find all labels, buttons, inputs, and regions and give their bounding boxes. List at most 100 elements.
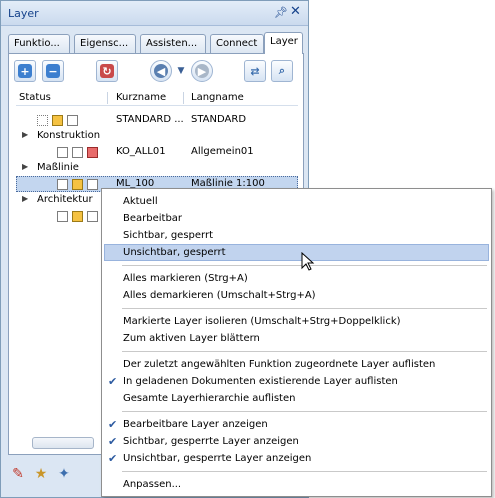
tab-assistenten[interactable]: Assisten... <box>140 34 206 54</box>
menu-item-label: Alles demarkieren (Umschalt+Strg+A) <box>123 290 316 301</box>
status-current-box[interactable] <box>37 115 48 126</box>
layer-langname: STANDARD <box>191 114 247 125</box>
menu-item-label: Anpassen... <box>123 479 182 490</box>
menu-item-isolieren[interactable]: Markierte Layer isolieren (Umschalt+Strg… <box>104 313 489 330</box>
group-label: Konstruktion <box>37 130 101 141</box>
status-editable-box[interactable] <box>72 211 83 222</box>
status-current-box[interactable] <box>57 179 68 190</box>
menu-item-bearbeitbare-anzeigen[interactable]: ✔ Bearbeitbare Layer anzeigen <box>104 416 489 433</box>
menu-item-label: Unsichtbar, gesperrt <box>123 247 226 258</box>
menu-item-label: Gesamte Layerhierarchie auflisten <box>123 393 296 404</box>
forward-button[interactable]: ▶ <box>191 60 213 82</box>
menu-item-label: Der zuletzt angewählten Funktion zugeord… <box>123 359 436 370</box>
add-layer-button[interactable]: + <box>14 60 36 82</box>
refresh-icon: ↻ <box>100 64 114 78</box>
status-hidden-box[interactable] <box>87 147 98 158</box>
remove-layer-icon: − <box>46 64 60 78</box>
column-status[interactable]: Status <box>19 92 51 103</box>
forward-icon: ▶ <box>195 64 209 78</box>
menu-item-aktuell[interactable]: Aktuell <box>104 193 489 210</box>
column-kurzname[interactable]: Kurzname <box>116 92 166 103</box>
menu-item-dokument-layer[interactable]: ✔ In geladenen Dokumenten existierende L… <box>104 373 489 390</box>
mouse-cursor-icon <box>301 252 315 271</box>
layer-kurzname: STANDARD ... <box>116 114 184 125</box>
menu-item-label: Bearbeitbare Layer anzeigen <box>123 419 268 430</box>
checkmark-icon: ✔ <box>108 452 118 465</box>
search-icon: ⌕ <box>278 64 286 77</box>
table-row[interactable]: KO_ALL01 Allgemein01 <box>16 144 298 160</box>
status-hidden-box[interactable] <box>87 211 98 222</box>
back-button[interactable]: ◀ <box>150 60 172 82</box>
checkmark-icon: ✔ <box>108 418 118 431</box>
layer-langname: Allgemein01 <box>191 146 254 157</box>
layer-kurzname: KO_ALL01 <box>116 146 166 157</box>
tab-label: Eigensc... <box>80 38 129 49</box>
title-bar: Layer 📌︎ ✕ <box>1 1 308 26</box>
menu-item-label: Aktuell <box>123 196 158 207</box>
menu-item-sichtbar-gesperrt[interactable]: Sichtbar, gesperrt <box>104 227 489 244</box>
star-settings-icon[interactable]: ✦ <box>55 465 73 483</box>
menu-item-unsichtbar-anzeigen[interactable]: ✔ Unsichtbar, gesperrte Layer anzeigen <box>104 450 489 467</box>
tab-funktionen[interactable]: Funktio... <box>8 34 70 54</box>
menu-item-anpassen[interactable]: Anpassen... <box>104 476 489 493</box>
menu-item-bearbeitbar[interactable]: Bearbeitbar <box>104 210 489 227</box>
menu-item-alles-markieren[interactable]: Alles markieren (Strg+A) <box>104 270 489 287</box>
menu-item-label: Zum aktiven Layer blättern <box>123 333 260 344</box>
menu-item-layerhierarchie[interactable]: Gesamte Layerhierarchie auflisten <box>104 390 489 407</box>
search-button[interactable]: ⌕ <box>271 60 293 82</box>
status-editable-box[interactable] <box>52 115 63 126</box>
column-divider <box>183 92 184 104</box>
toolbar: + − ↻ ◀ ▼ ▶ ⇄ ⌕ <box>8 54 304 90</box>
pin-icon[interactable]: 📌︎ <box>274 6 288 19</box>
menu-item-alles-demarkieren[interactable]: Alles demarkieren (Umschalt+Strg+A) <box>104 287 489 304</box>
refresh-button[interactable]: ↻ <box>96 60 118 82</box>
swap-button[interactable]: ⇄ <box>244 60 266 82</box>
group-label: Maßlinie <box>37 162 79 173</box>
expand-arrow-icon[interactable]: ▶ <box>22 130 28 139</box>
expand-arrow-icon[interactable]: ▶ <box>22 162 28 171</box>
tab-label: Assisten... <box>146 38 198 49</box>
checkmark-icon: ✔ <box>108 375 118 388</box>
status-editable-box[interactable] <box>72 147 83 158</box>
status-current-box[interactable] <box>57 147 68 158</box>
tab-strip: Funktio... Eigensc... Assisten... Connec… <box>8 32 304 54</box>
layer-pen-icon[interactable]: ✎ <box>9 465 27 483</box>
context-menu: Aktuell Bearbeitbar Sichtbar, gesperrt U… <box>101 188 492 497</box>
status-current-box[interactable] <box>57 211 68 222</box>
menu-item-label: Sichtbar, gesperrt <box>123 230 214 241</box>
folder-star-icon[interactable]: ★ <box>32 465 50 483</box>
tab-label: Funktio... <box>14 38 60 49</box>
close-icon[interactable]: ✕ <box>290 4 301 19</box>
remove-layer-button[interactable]: − <box>42 60 64 82</box>
menu-item-label: Alles markieren (Strg+A) <box>123 273 248 284</box>
tab-eigenschaften[interactable]: Eigensc... <box>74 34 136 54</box>
column-divider <box>107 92 108 104</box>
status-editable-box[interactable] <box>72 179 83 190</box>
menu-item-unsichtbar-gesperrt[interactable]: Unsichtbar, gesperrt <box>104 244 489 261</box>
tab-layer[interactable]: Layer <box>264 32 303 54</box>
checkmark-icon: ✔ <box>108 435 118 448</box>
menu-separator <box>122 351 487 352</box>
table-row[interactable]: STANDARD ... STANDARD <box>16 112 298 128</box>
menu-item-sichtbar-anzeigen[interactable]: ✔ Sichtbar, gesperrte Layer anzeigen <box>104 433 489 450</box>
tree-group[interactable]: ▶ Konstruktion <box>16 128 298 144</box>
tree-group[interactable]: ▶ Maßlinie <box>16 160 298 176</box>
tab-label: Layer <box>270 36 298 47</box>
menu-item-label: Sichtbar, gesperrte Layer anzeigen <box>123 436 299 447</box>
window-title: Layer <box>8 7 39 20</box>
menu-item-blaettern[interactable]: Zum aktiven Layer blättern <box>104 330 489 347</box>
column-header: Status Kurzname Langname <box>16 90 298 106</box>
column-langname[interactable]: Langname <box>191 92 244 103</box>
status-hidden-box[interactable] <box>87 179 98 190</box>
expand-arrow-icon[interactable]: ▶ <box>22 194 28 203</box>
menu-item-label: In geladenen Dokumenten existierende Lay… <box>123 376 398 387</box>
tab-label: Connect <box>216 38 258 49</box>
status-hidden-box[interactable] <box>67 115 78 126</box>
back-icon: ◀ <box>154 64 168 78</box>
dropdown-button[interactable]: ▼ <box>175 60 187 82</box>
horizontal-scrollbar[interactable] <box>32 437 94 449</box>
menu-item-funktion-layer[interactable]: Der zuletzt angewählten Funktion zugeord… <box>104 356 489 373</box>
menu-item-label: Unsichtbar, gesperrte Layer anzeigen <box>123 453 312 464</box>
menu-item-label: Markierte Layer isolieren (Umschalt+Strg… <box>123 316 401 327</box>
tab-connect[interactable]: Connect <box>210 34 264 54</box>
